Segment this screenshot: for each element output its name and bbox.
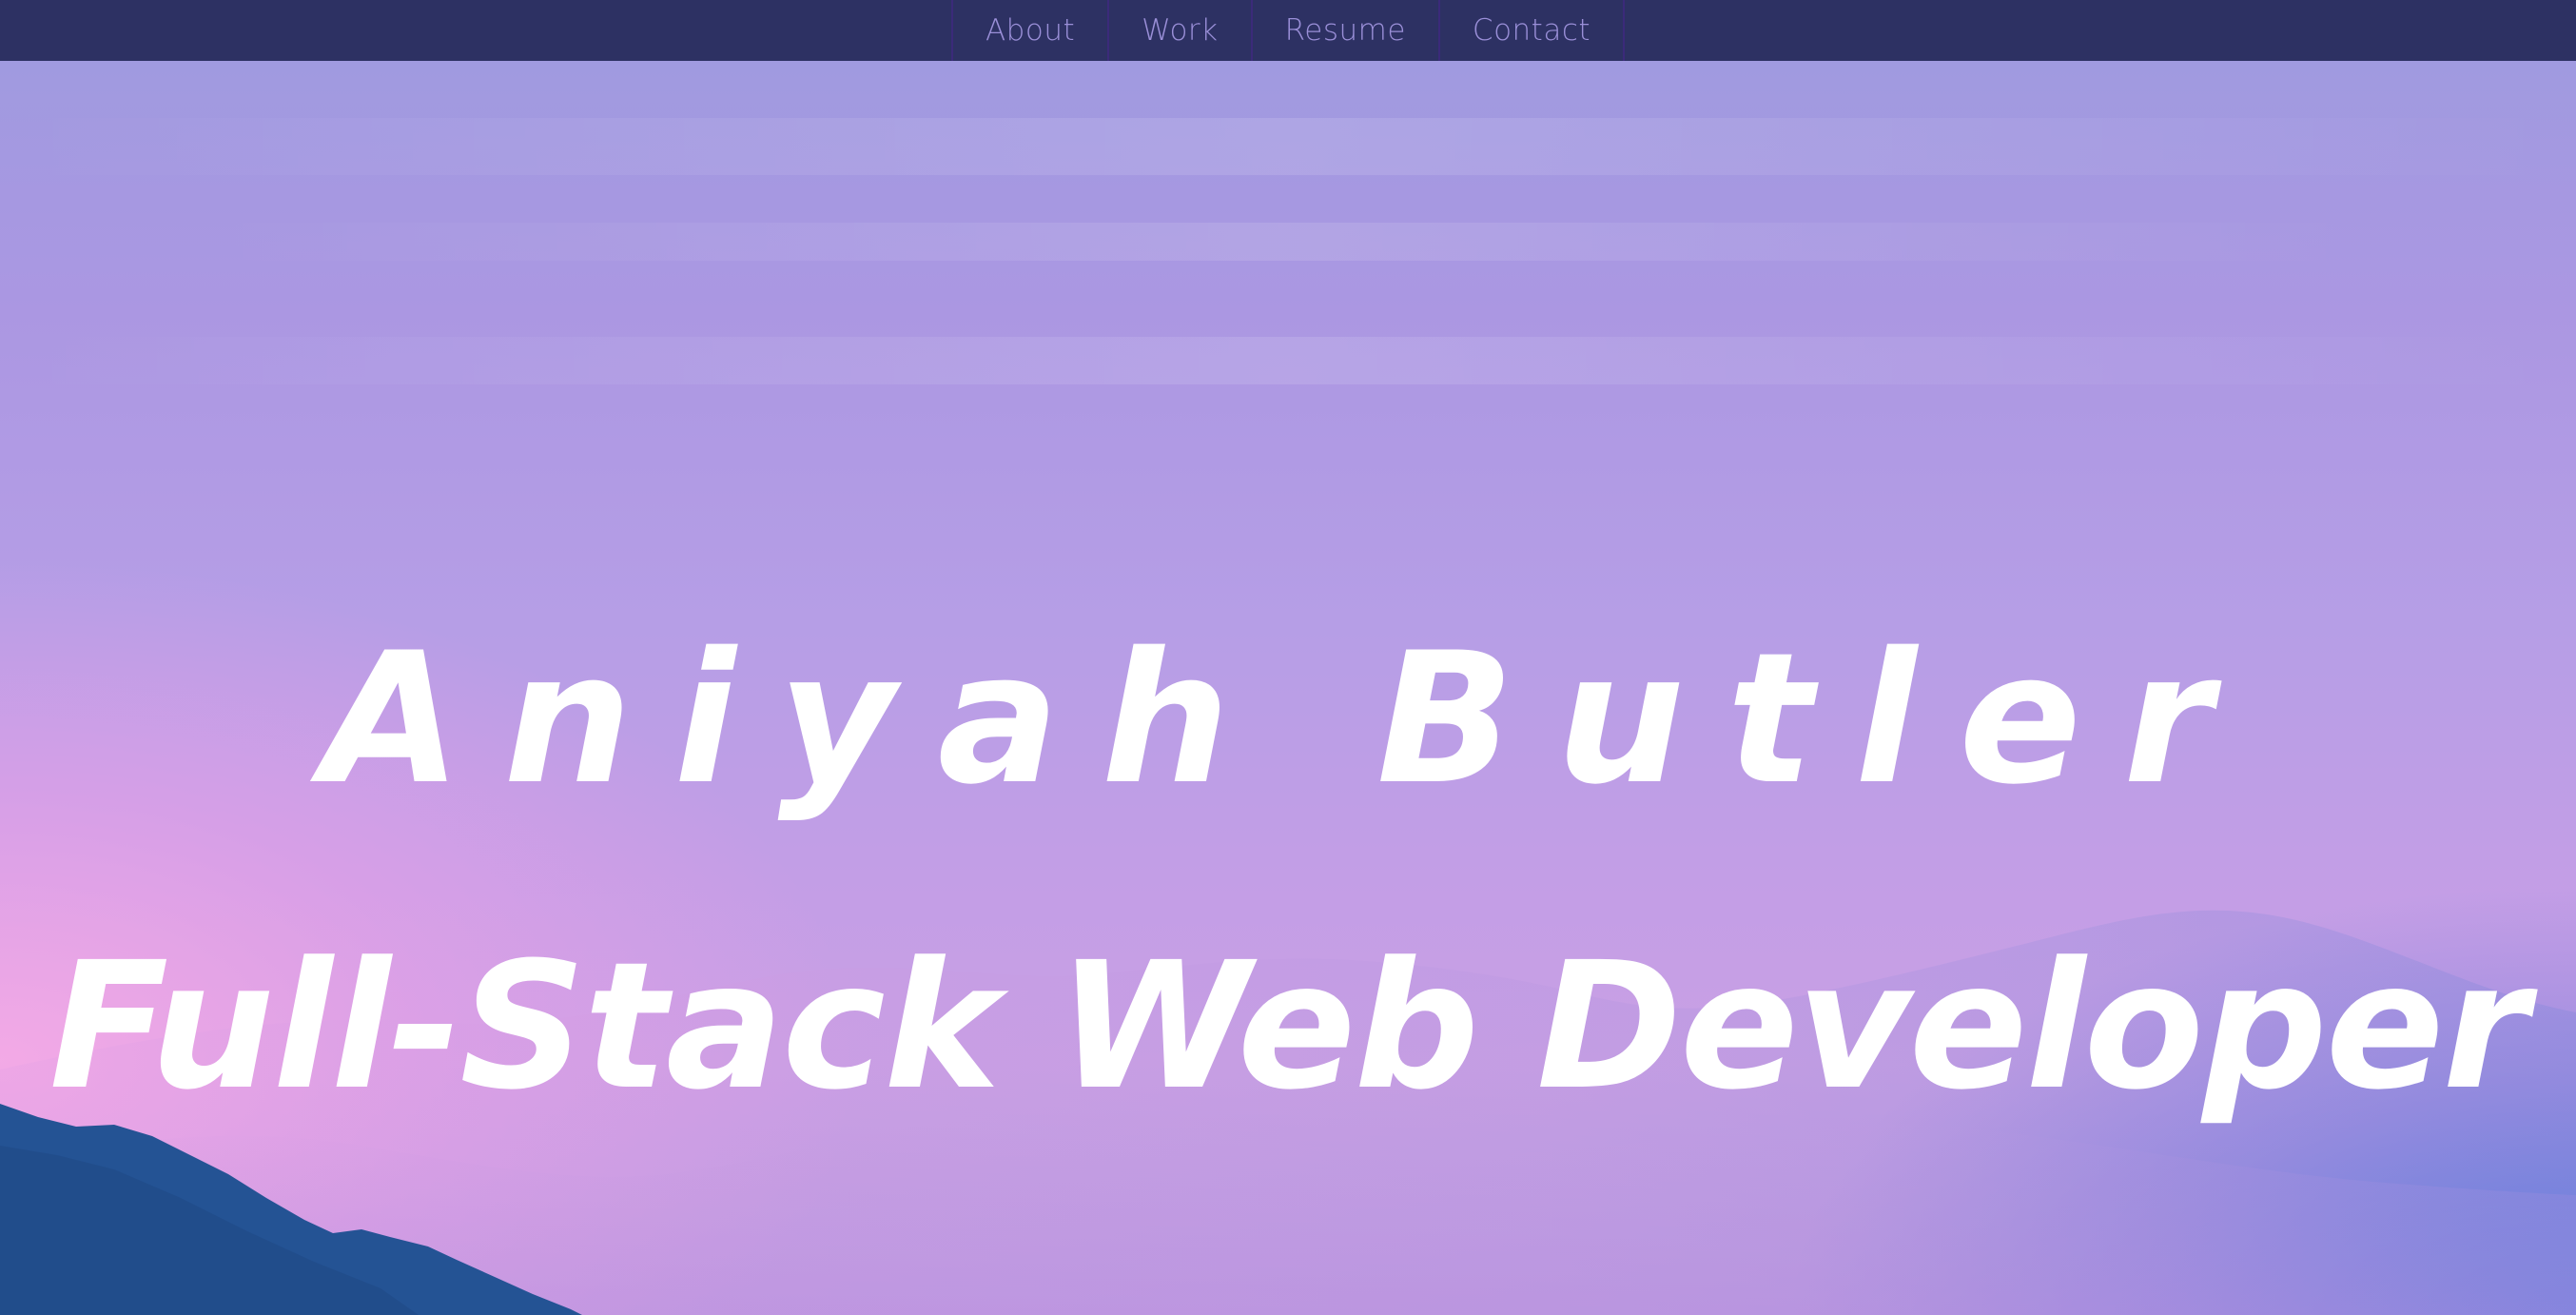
- cloud-band: [0, 337, 2576, 384]
- cloud-band: [190, 223, 2378, 261]
- nav-link-work[interactable]: Work: [1109, 0, 1253, 61]
- nav-link-contact[interactable]: Contact: [1440, 0, 1626, 61]
- top-navbar: About Work Resume Contact: [0, 0, 2576, 61]
- cloud-band: [0, 118, 2576, 175]
- nav-link-about[interactable]: About: [953, 0, 1110, 61]
- hero-name-heading: Aniyah Butler: [322, 614, 2254, 825]
- nav-menu: About Work Resume Contact: [950, 0, 1626, 61]
- hero-job-title: Full-Stack Web Developer: [49, 924, 2528, 1129]
- nav-link-resume[interactable]: Resume: [1253, 0, 1440, 61]
- hero-section: Aniyah Butler Full-Stack Web Developer: [0, 61, 2576, 1315]
- portfolio-page: About Work Resume Contact Aniyah Butler …: [0, 0, 2576, 1315]
